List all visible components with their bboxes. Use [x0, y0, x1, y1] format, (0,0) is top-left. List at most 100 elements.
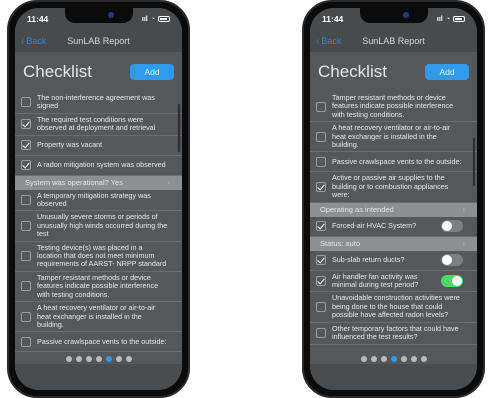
toggle-knob	[442, 221, 452, 232]
checklist-item[interactable]: Active or passive air supplies to the bu…	[310, 172, 477, 203]
camera-icon	[402, 12, 409, 18]
checkbox[interactable]	[316, 131, 326, 142]
checklist-item[interactable]: The non-interference agreement was signe…	[15, 92, 182, 114]
back-button[interactable]: ‹ Back	[310, 36, 360, 47]
checklist-item-label: Unavoidable construction activities were…	[332, 293, 460, 320]
checklist-item-label: The non-interference agreement was signe…	[37, 93, 155, 111]
checklist-item[interactable]: Passive crawlspace vents to the outside:	[15, 332, 182, 353]
page-dot[interactable]	[380, 356, 387, 362]
checkbox-checked[interactable]	[21, 119, 31, 130]
notch	[359, 8, 428, 23]
checklist-item-label: A heat recovery ventilator or air-to-air…	[332, 123, 451, 150]
sub-option-row[interactable]: System was operational? Yes ›	[15, 175, 182, 190]
sub-option-row[interactable]: Status: auto ›	[310, 236, 477, 251]
page-indicator[interactable]	[310, 356, 477, 362]
checklist-item[interactable]: The required test conditions were observ…	[15, 113, 182, 136]
page-header: Checklist Add	[15, 52, 182, 92]
toggle-knob	[452, 276, 462, 287]
page-indicator[interactable]	[15, 356, 182, 362]
page-dot[interactable]	[65, 356, 72, 362]
bottom-area	[310, 364, 477, 390]
page-dot[interactable]	[75, 356, 82, 362]
checkbox[interactable]	[21, 195, 31, 206]
checklist-item-label: A heat recovery ventilator or air-to-air…	[37, 303, 156, 329]
checkbox-checked[interactable]	[316, 255, 326, 266]
phone-right: 11:44 ııl ◔ ‹ Back SunLAB Report Checkli…	[302, 0, 485, 398]
checkbox-checked[interactable]	[316, 221, 326, 232]
nav-title: SunLAB Report	[362, 36, 425, 46]
checkbox[interactable]	[21, 336, 31, 347]
checkbox-checked[interactable]	[316, 182, 326, 193]
phone-screen: 11:44 ııl ◔ ‹ Back SunLAB Report Checkli…	[310, 8, 477, 390]
checklist-item[interactable]: Tamper resistant methods or device featu…	[310, 92, 477, 123]
checklist-item[interactable]: Unavoidable construction activities were…	[310, 292, 477, 323]
toggle-knob	[442, 255, 452, 266]
checklist-item[interactable]: A heat recovery ventilator or air-to-air…	[15, 302, 182, 333]
checkbox[interactable]	[21, 281, 31, 292]
checkbox[interactable]	[316, 101, 326, 112]
checklist-item[interactable]: Tamper resistant methods or device featu…	[15, 271, 182, 303]
checklist-item[interactable]: Unusually severe storms or periods of un…	[15, 211, 182, 242]
checklist-item[interactable]: A radon mitigation system was observed	[15, 155, 182, 176]
sub-option-label: Status: auto	[320, 239, 361, 249]
page-dot[interactable]	[115, 356, 122, 362]
checklist-item[interactable]: Passive crawlspace vents to the outside:	[310, 152, 477, 173]
checklist-item-label: A radon mitigation system was observed	[37, 159, 166, 169]
checkbox[interactable]	[21, 221, 31, 232]
checklist-item-label: The required test conditions were observ…	[37, 114, 156, 133]
checklist-item-label: Air handler fan activity was minimal dur…	[332, 271, 419, 290]
airhandler-toggle[interactable]	[441, 275, 463, 288]
battery-icon	[453, 16, 465, 22]
bottom-area	[15, 364, 182, 390]
page-dot[interactable]	[360, 356, 367, 362]
checklist-item-label: Sub-slab return ducts?	[332, 254, 405, 264]
status-time: 11:44	[27, 14, 49, 24]
checklist-item-label: Active or passive air supplies to the bu…	[332, 173, 449, 200]
sub-option-row[interactable]: Operating as intended ›	[310, 202, 477, 217]
wifi-icon: ◔	[445, 15, 450, 23]
page-dot[interactable]	[390, 356, 397, 362]
checklist-item[interactable]: Other temporary factors that could have …	[310, 322, 477, 345]
checklist-item-label: Other temporary factors that could have …	[332, 323, 459, 342]
page-dot[interactable]	[410, 356, 417, 362]
checklist-item[interactable]: Testing device(s) was placed in a locati…	[15, 241, 182, 272]
nav-bar: ‹ Back SunLAB Report	[310, 30, 477, 52]
checkbox-checked[interactable]	[21, 160, 31, 171]
checkbox[interactable]	[21, 311, 31, 322]
page-dot[interactable]	[95, 356, 102, 362]
checkbox[interactable]	[316, 156, 326, 167]
signal-icon: ııl	[141, 15, 148, 23]
checklist-item[interactable]: Sub-slab return ducts?	[310, 250, 477, 271]
add-button[interactable]: Add	[130, 64, 174, 80]
back-button[interactable]: ‹ Back	[15, 36, 65, 47]
page-dot[interactable]	[420, 356, 427, 362]
status-time: 11:44	[322, 14, 344, 24]
checklist-item[interactable]: Air handler fan activity was minimal dur…	[310, 270, 477, 293]
checkbox-checked[interactable]	[21, 140, 31, 151]
status-icons: ııl ◔	[437, 16, 465, 23]
page-dot[interactable]	[125, 356, 132, 362]
checkbox[interactable]	[316, 302, 326, 313]
checkbox[interactable]	[21, 97, 31, 108]
chevron-left-icon: ‹	[316, 35, 320, 47]
page-dot[interactable]	[400, 356, 407, 362]
page-dot[interactable]	[85, 356, 92, 362]
scrollbar[interactable]	[178, 104, 180, 152]
scrollbar[interactable]	[473, 138, 475, 186]
add-button[interactable]: Add	[425, 64, 469, 80]
checkbox[interactable]	[21, 251, 31, 262]
checkbox[interactable]	[316, 328, 326, 339]
nav-title: SunLAB Report	[67, 36, 130, 46]
checklist-item[interactable]: Property was vacant	[15, 135, 182, 156]
hvac-toggle[interactable]	[441, 220, 463, 233]
page-dot[interactable]	[105, 356, 112, 362]
status-icons: ııl ◔	[142, 16, 170, 23]
checklist-item[interactable]: A temporary mitigation strategy was obse…	[15, 189, 182, 212]
checklist-item[interactable]: A heat recovery ventilator or air-to-air…	[310, 122, 477, 153]
subslab-toggle[interactable]	[441, 254, 463, 267]
checklist-item[interactable]: Forced-air HVAC System?	[310, 216, 477, 237]
checklist: The non-interference agreement was signe…	[15, 92, 182, 364]
page-title: Checklist	[318, 62, 387, 81]
page-dot[interactable]	[370, 356, 377, 362]
checkbox-checked[interactable]	[316, 276, 326, 287]
